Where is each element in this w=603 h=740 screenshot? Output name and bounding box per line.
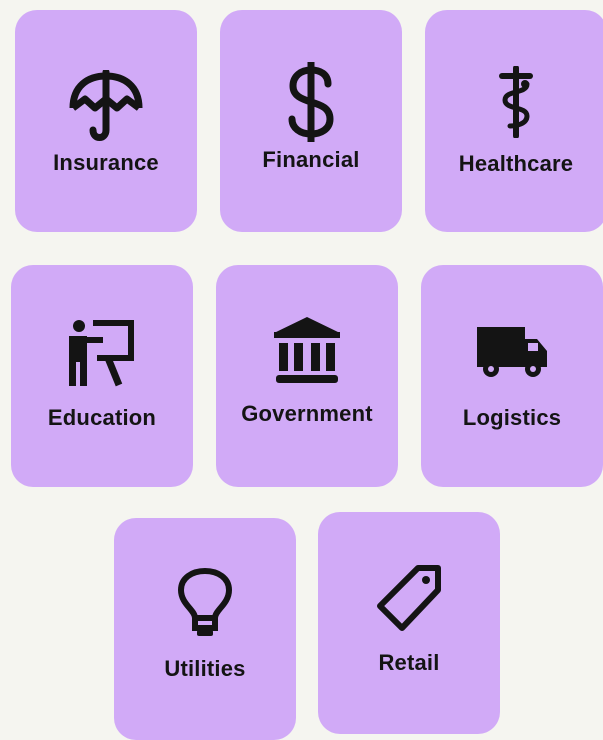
government-building-icon xyxy=(274,317,340,383)
industry-card-logistics[interactable]: Logistics xyxy=(421,265,603,487)
industry-label: Utilities xyxy=(164,656,246,681)
industry-label: Education xyxy=(47,405,157,430)
industry-label: Logistics xyxy=(462,405,562,430)
industry-label: Financial xyxy=(262,147,360,172)
industry-card-education[interactable]: Education xyxy=(11,265,193,487)
lightbulb-icon xyxy=(178,568,232,636)
delivery-truck-icon xyxy=(477,327,547,377)
umbrella-icon xyxy=(69,70,143,141)
industry-card-insurance[interactable]: Insurance xyxy=(15,10,197,232)
industry-card-financial[interactable]: Financial xyxy=(220,10,402,232)
industry-label: Insurance xyxy=(53,150,159,175)
industry-card-retail[interactable]: Retail xyxy=(318,512,500,734)
industry-card-utilities[interactable]: Utilities xyxy=(114,518,296,740)
caduceus-icon xyxy=(499,66,533,138)
dollar-sign-icon xyxy=(288,62,334,142)
industry-label: Healthcare xyxy=(458,151,574,176)
industry-card-government[interactable]: Government xyxy=(216,265,398,487)
industry-label: Retail xyxy=(378,650,440,675)
industry-card-healthcare[interactable]: Healthcare xyxy=(425,10,603,232)
teacher-board-icon xyxy=(69,320,134,387)
price-tag-icon xyxy=(377,565,441,631)
industry-label: Government xyxy=(241,401,373,426)
